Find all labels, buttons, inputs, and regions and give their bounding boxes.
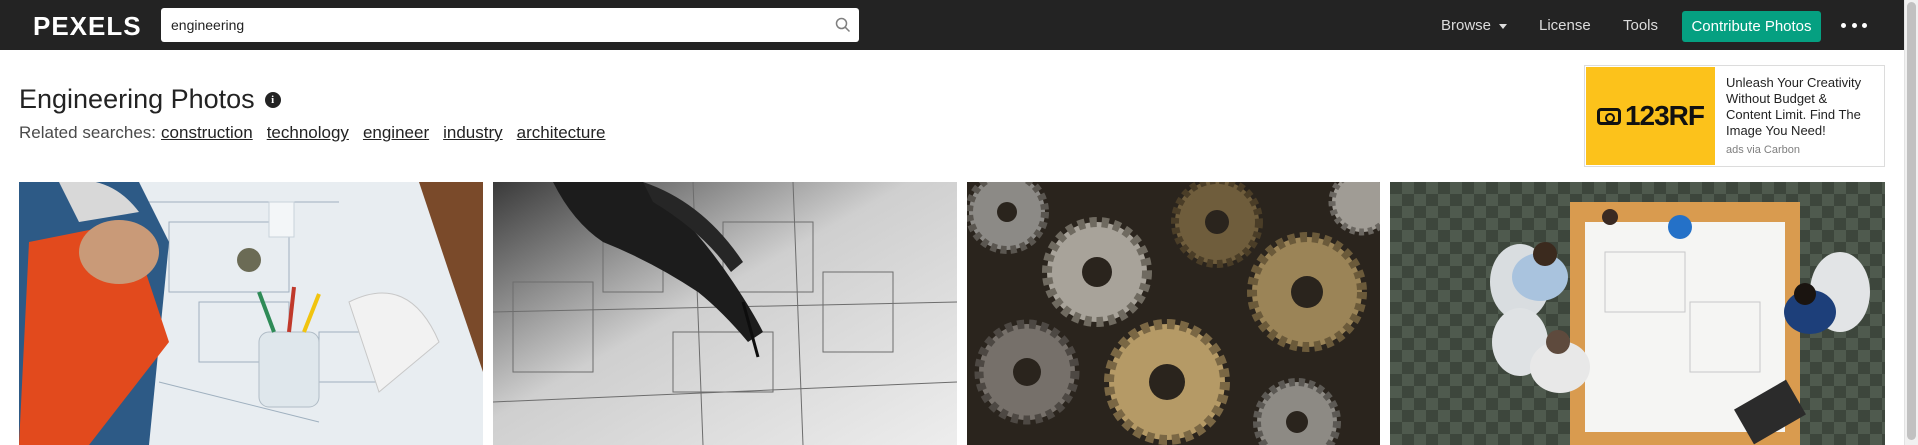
ad-text[interactable]: Unleash Your Creativity Without Budget &… — [1726, 75, 1876, 139]
related-link-construction[interactable]: construction — [161, 123, 253, 143]
related-link-industry[interactable]: industry — [443, 123, 503, 143]
photo-engineer-blueprints-image — [19, 182, 483, 445]
camera-icon — [1596, 107, 1621, 125]
top-navigation-bar: PEXELS Browse License Tools Contribute P… — [0, 0, 1904, 50]
related-searches-label: Related searches: — [19, 123, 157, 142]
info-icon[interactable]: i — [264, 91, 281, 108]
ad-brand: 123RF — [1624, 100, 1705, 131]
tools-link[interactable]: Tools — [1623, 0, 1658, 50]
photo-metal-gears[interactable] — [967, 182, 1380, 445]
pexels-logo[interactable]: PEXELS — [33, 11, 142, 42]
license-link[interactable]: License — [1539, 0, 1591, 50]
more-options-icon[interactable] — [1841, 14, 1867, 36]
search-icon[interactable] — [835, 17, 851, 33]
photo-engineer-blueprints[interactable] — [19, 182, 483, 445]
related-searches: Related searches: construction technolog… — [19, 123, 605, 143]
page-title-row: Engineering Photos i — [19, 84, 281, 115]
vertical-scrollbar[interactable] — [1904, 0, 1918, 445]
photo-hand-blueprint[interactable] — [493, 182, 957, 445]
carbon-ad[interactable]: 123RF Unleash Your Creativity Without Bu… — [1584, 65, 1885, 167]
chevron-down-icon — [1499, 23, 1508, 29]
photo-hand-blueprint-image — [493, 182, 957, 445]
photo-team-meeting-image — [1390, 182, 1885, 445]
related-link-architecture[interactable]: architecture — [517, 123, 606, 143]
browse-label: Browse — [1441, 16, 1492, 34]
related-link-technology[interactable]: technology — [267, 123, 349, 143]
contribute-photos-button[interactable]: Contribute Photos — [1682, 11, 1821, 42]
related-link-engineer[interactable]: engineer — [363, 123, 429, 143]
search-bar[interactable] — [161, 8, 859, 42]
ad-logo-image[interactable]: 123RF — [1586, 67, 1715, 165]
browse-menu[interactable]: Browse — [1441, 0, 1508, 50]
ad-via-carbon[interactable]: ads via Carbon — [1726, 144, 1800, 156]
page-title: Engineering Photos — [19, 84, 255, 114]
search-input[interactable] — [171, 8, 811, 42]
scrollbar-thumb[interactable] — [1907, 2, 1916, 440]
photo-metal-gears-image — [967, 182, 1380, 445]
photo-team-meeting[interactable] — [1390, 182, 1885, 445]
